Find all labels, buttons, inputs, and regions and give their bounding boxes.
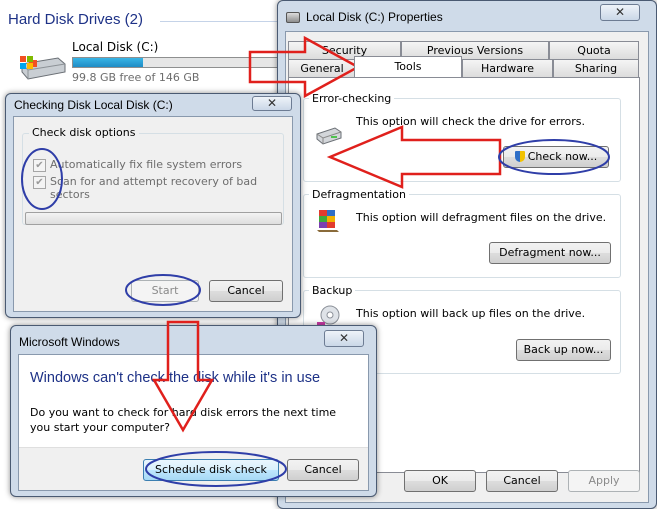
highlight-ellipse-start [125, 274, 201, 306]
highlight-ellipse-check-now [498, 139, 610, 175]
highlight-ellipse-schedule [145, 451, 287, 487]
tab-tools[interactable]: Tools [354, 56, 462, 77]
annotation-overlay [21, 35, 610, 487]
highlight-ellipse-checkboxes [21, 148, 63, 210]
red-arrow-down [151, 320, 215, 433]
red-arrow-right [248, 35, 361, 99]
red-arrow-left [326, 125, 502, 189]
